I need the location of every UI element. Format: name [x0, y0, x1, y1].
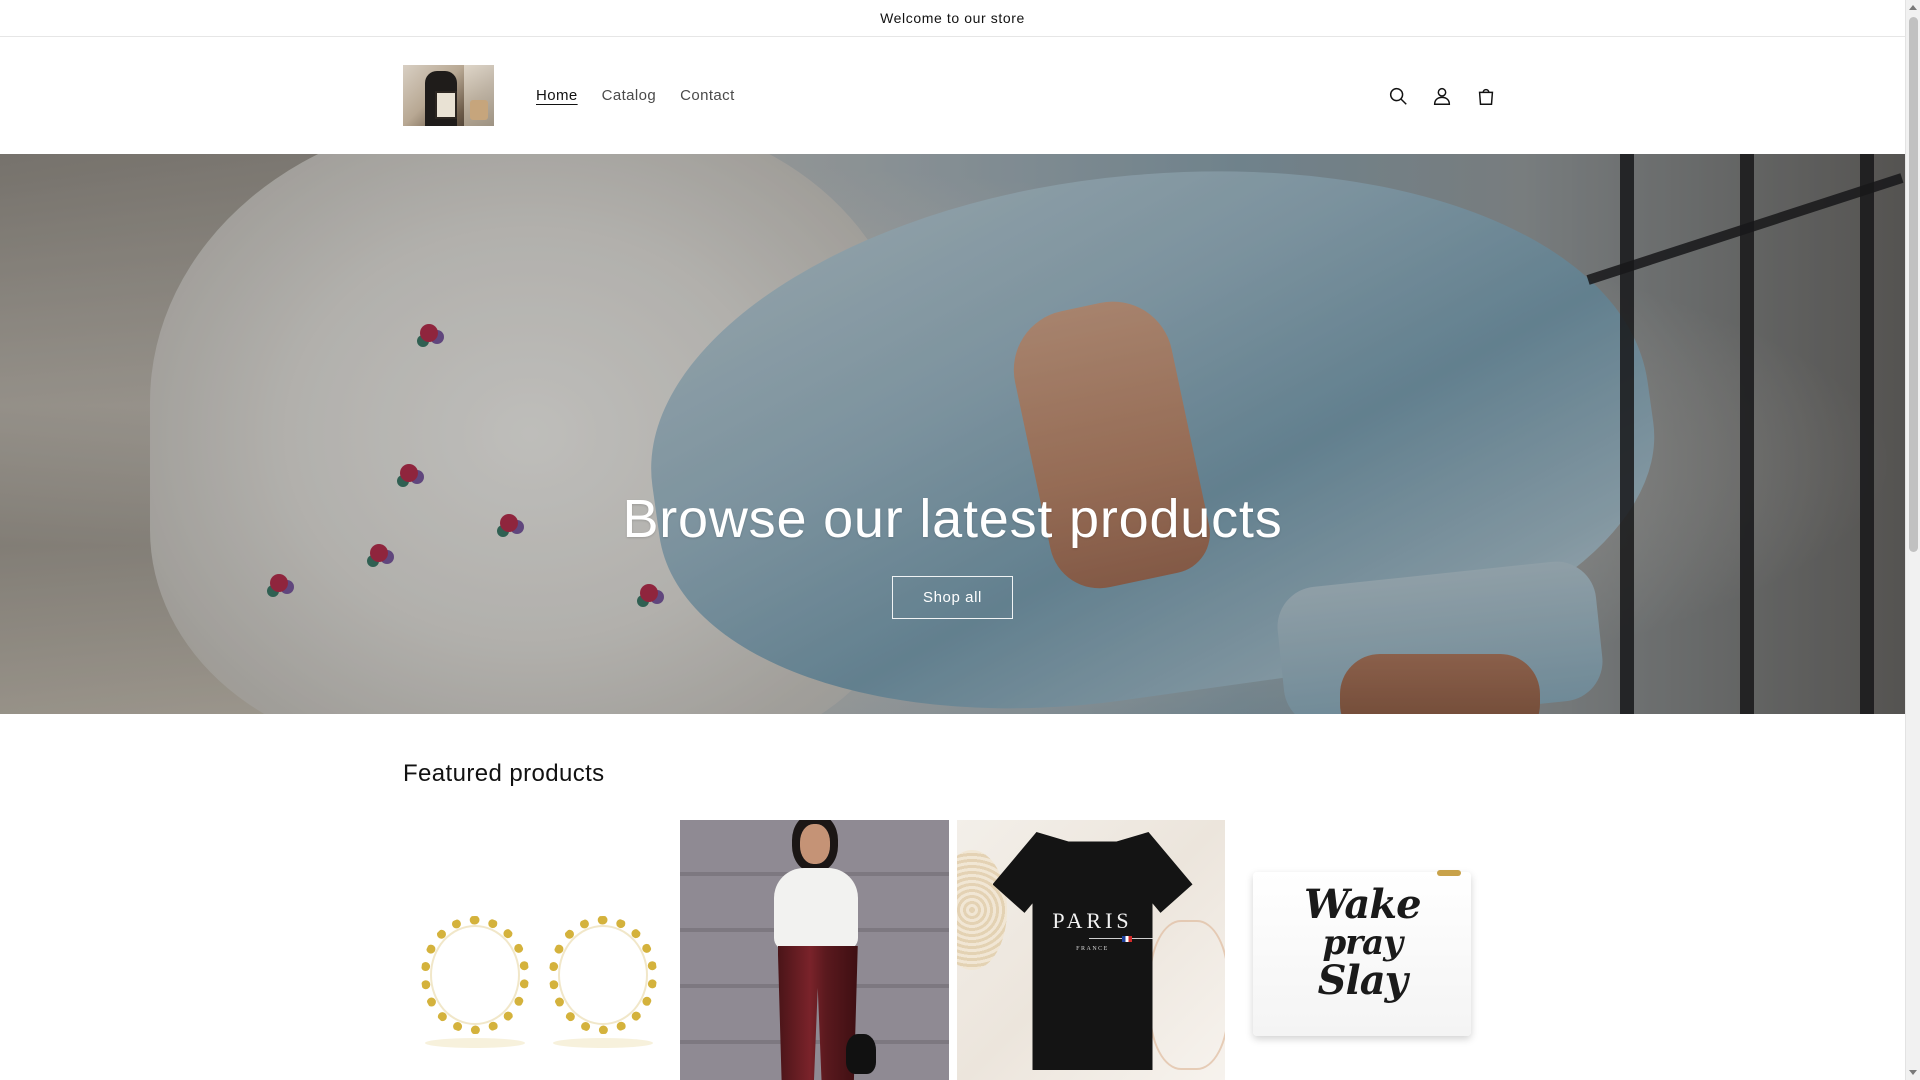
- hero-overlay: [0, 154, 1905, 714]
- cart-button[interactable]: [1470, 80, 1502, 112]
- site-header: Home Catalog Contact: [0, 37, 1905, 154]
- search-icon: [1389, 87, 1407, 105]
- pouch-zipper: [1437, 870, 1462, 876]
- product-card-paris-tshirt[interactable]: PARIS FRANCE: [956, 820, 1226, 1080]
- nav-contact[interactable]: Contact: [668, 79, 747, 112]
- hero-banner: [0, 154, 1905, 714]
- vertical-scrollbar[interactable]: [1905, 0, 1920, 1080]
- nav-catalog[interactable]: Catalog: [590, 79, 669, 112]
- main-nav: Home Catalog Contact: [524, 79, 747, 112]
- account-icon: [1433, 87, 1451, 105]
- pouch-print: Wake pray Slay: [1253, 881, 1471, 1004]
- featured-products-section: Featured products PARIS FRANCE Wake pray…: [0, 714, 1905, 1080]
- store-logo[interactable]: [403, 65, 494, 126]
- logo-bag: [435, 91, 457, 119]
- product-card-leather-pants[interactable]: [679, 820, 949, 1080]
- product-card-earrings[interactable]: [403, 820, 672, 1080]
- search-button[interactable]: [1382, 80, 1414, 112]
- cart-icon: [1478, 88, 1494, 105]
- scroll-up-arrow-icon[interactable]: [1909, 5, 1917, 10]
- hero-content: Browse our latest products Shop all: [0, 488, 1905, 619]
- logo-jar: [470, 100, 488, 120]
- account-button[interactable]: [1426, 80, 1458, 112]
- scroll-thumb[interactable]: [1909, 17, 1918, 552]
- announcement-bar: Welcome to our store: [0, 0, 1905, 37]
- earring-left: [421, 916, 529, 1034]
- earring-right: [549, 916, 657, 1034]
- model-face: [799, 824, 830, 864]
- scroll-down-arrow-icon[interactable]: [1909, 1070, 1917, 1075]
- nav-home[interactable]: Home: [524, 79, 590, 112]
- featured-products-title: Featured products: [403, 760, 605, 787]
- pouch-line-3: Slay: [1317, 957, 1408, 1004]
- model-black-bag: [845, 1034, 876, 1074]
- tee-dried-flowers: [1149, 920, 1226, 1070]
- tee-flag: [1121, 936, 1132, 942]
- announcement-text: Welcome to our store: [880, 10, 1025, 26]
- model-white-top: [773, 868, 858, 950]
- shop-all-button[interactable]: Shop all: [891, 576, 1013, 619]
- pouch-line-1: Wake: [1303, 881, 1422, 928]
- page: Welcome to our store Home Catalog Contac…: [0, 0, 1905, 1080]
- product-card-pouch[interactable]: Wake pray Slay: [1233, 820, 1502, 1080]
- hero-title: Browse our latest products: [622, 489, 1283, 549]
- earring-shadow: [553, 1038, 653, 1048]
- earring-shadow: [425, 1038, 525, 1048]
- pouch: Wake pray Slay: [1253, 870, 1472, 1036]
- header-icons: [1382, 80, 1502, 112]
- product-grid: PARIS FRANCE Wake pray Slay: [403, 820, 1502, 1080]
